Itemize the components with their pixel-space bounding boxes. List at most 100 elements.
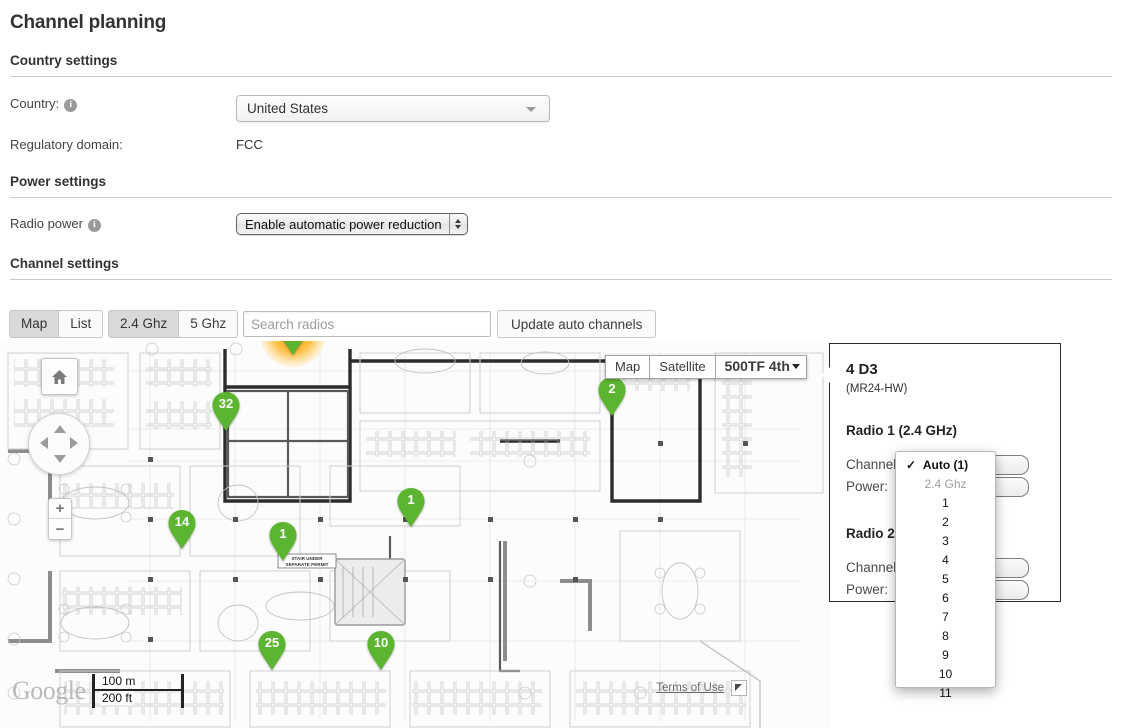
view-button-map[interactable]: Map (9, 310, 60, 338)
view-button-list[interactable]: List (59, 310, 104, 338)
scale-metric-label: 100 m (100, 674, 138, 688)
country-select[interactable]: United States (236, 95, 550, 122)
zoom-control: + − (48, 498, 72, 540)
regulatory-domain-value: FCC (236, 137, 263, 152)
update-auto-channels-button[interactable]: Update auto channels (497, 310, 657, 338)
dropdown-option[interactable]: 1 (896, 494, 995, 513)
country-label-text: Country: (10, 96, 60, 111)
map-pin-icon (367, 631, 395, 670)
pan-left-icon[interactable] (40, 437, 48, 449)
map-marker[interactable]: 1 (396, 487, 426, 528)
map-marker[interactable]: 1 (268, 521, 298, 562)
info-icon[interactable]: i (88, 219, 101, 232)
radio-power-select[interactable]: Enable automatic power reduction (236, 213, 468, 235)
svg-text:SEPARATE PERMIT: SEPARATE PERMIT (286, 562, 329, 567)
scale-bar: 100 m 200 ft (92, 674, 184, 708)
channel-planning-page: Channel planning Country settings Countr… (0, 0, 1122, 728)
map-marker[interactable]: 10 (366, 630, 396, 671)
dropdown-option[interactable]: ✓ Auto (1) (896, 456, 995, 475)
pan-up-icon[interactable] (54, 425, 66, 433)
radio1-power-label: Power: (846, 479, 889, 494)
zoom-in-button[interactable]: + (49, 499, 71, 519)
map-marker[interactable]: 2 (597, 376, 627, 417)
dropdown-option-label: 10 (938, 667, 953, 681)
map-canvas[interactable]: STAIR UNDER SEPARATE PERMIT + − Map Sate… (0, 341, 830, 728)
pan-right-icon[interactable] (70, 437, 78, 449)
dropdown-option-label: 3 (942, 534, 949, 548)
band-button-24ghz[interactable]: 2.4 Ghz (108, 310, 180, 338)
search-input[interactable] (243, 311, 491, 337)
map-marker[interactable]: 25 (257, 630, 287, 671)
map-pin-icon (168, 510, 196, 549)
map-marker[interactable]: 14 (167, 509, 197, 550)
pan-control[interactable] (28, 413, 90, 475)
section-divider-channel (10, 279, 1112, 280)
dropdown-option-label: 1 (942, 496, 949, 510)
radio2-channel-label: Channel: (846, 560, 901, 575)
map-type-button-map[interactable]: Map (605, 355, 651, 379)
dropdown-option[interactable]: 7 (896, 608, 995, 627)
ap-model: (MR24-HW) (846, 383, 908, 395)
section-heading-channel: Channel settings (10, 256, 119, 271)
dropdown-option-label: 8 (942, 629, 949, 643)
dropdown-option-label: 5 (942, 572, 949, 586)
terms-of-use-link[interactable]: Terms of Use (656, 682, 724, 694)
map-pin-icon (212, 392, 240, 431)
country-label: Country: i (10, 96, 78, 112)
check-icon: ✓ (906, 458, 917, 472)
popup-tail (821, 367, 830, 383)
info-icon[interactable]: i (64, 99, 78, 112)
map-pin-icon (283, 341, 303, 355)
chevron-down-icon (526, 107, 536, 112)
dropdown-option-label: Auto (1) (922, 458, 969, 472)
dropdown-group-label: 2.4 Ghz (896, 475, 995, 494)
band-button-5ghz[interactable]: 5 Ghz (179, 310, 239, 338)
home-button[interactable] (41, 358, 78, 395)
dropdown-option[interactable]: 4 (896, 551, 995, 570)
floor-selector[interactable]: 500TF 4th (715, 355, 807, 379)
dropdown-option[interactable]: 11 (896, 684, 995, 703)
radio-power-label-text: Radio power (10, 216, 83, 231)
map-type-button-satellite[interactable]: Satellite (650, 355, 716, 379)
map-marker[interactable]: 1 (260, 341, 326, 367)
channel-dropdown-menu[interactable]: ✓ Auto (1) 2.4 Ghz 1 2 3 4 5 6 7 8 9 10 11 (895, 451, 996, 700)
chevron-down-icon (791, 364, 800, 369)
map-marker[interactable]: 32 (211, 391, 241, 432)
dropdown-option[interactable]: 3 (896, 532, 995, 551)
zoom-out-button[interactable]: − (49, 519, 71, 539)
stepper-arrows-icon (450, 219, 467, 229)
country-select-value: United States (247, 101, 329, 116)
radio2-power-label: Power: (846, 582, 889, 597)
floor-selector-label: 500TF 4th (724, 358, 790, 374)
dropdown-option[interactable]: 5 (896, 570, 995, 589)
map-footer: Terms of Use (656, 680, 747, 696)
google-logo: Google (12, 676, 86, 705)
radio-power-value: Enable automatic power reduction (245, 216, 442, 232)
dropdown-option-label: 2.4 Ghz (924, 477, 967, 491)
dropdown-option-label: 6 (942, 591, 949, 605)
radio1-channel-label: Channel: (846, 457, 901, 472)
section-heading-power: Power settings (10, 174, 107, 189)
dropdown-option[interactable]: 10 (896, 665, 995, 684)
dropdown-option[interactable]: 2 (896, 513, 995, 532)
map-pin-icon (269, 522, 297, 561)
resize-map-icon[interactable] (731, 680, 747, 696)
pan-down-icon[interactable] (54, 455, 66, 463)
view-toggle-group: Map List (9, 310, 104, 338)
radio-power-label: Radio power i (10, 216, 101, 232)
dropdown-option[interactable]: 8 (896, 627, 995, 646)
dropdown-option[interactable]: 6 (896, 589, 995, 608)
dropdown-option-label: 2 (942, 515, 949, 529)
scale-imperial-label: 200 ft (100, 691, 135, 705)
ap-name: 4 D3 (846, 361, 878, 378)
map-pin-icon (258, 631, 286, 670)
home-icon (52, 369, 67, 384)
floorplan-drawing: STAIR UNDER SEPARATE PERMIT (0, 341, 830, 728)
section-divider-country (10, 76, 1112, 77)
map-type-control: Map Satellite 500TF 4th (605, 355, 807, 379)
dropdown-option-label: 9 (942, 648, 949, 662)
dropdown-option-label: 11 (939, 686, 952, 700)
map-pin-icon (598, 377, 626, 416)
section-divider-power (10, 197, 1112, 198)
dropdown-option[interactable]: 9 (896, 646, 995, 665)
